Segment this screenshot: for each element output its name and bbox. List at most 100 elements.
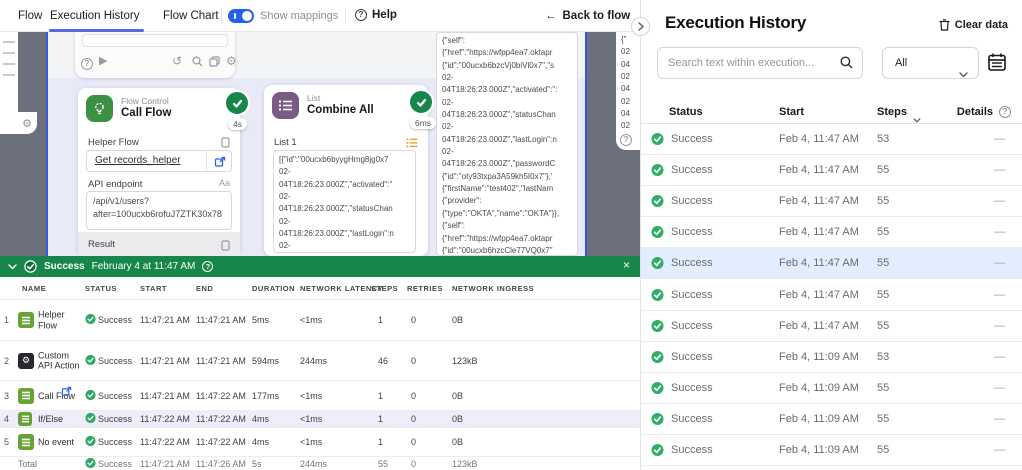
- success-check-icon: [85, 313, 96, 327]
- okta-workflows-app: Flow Execution History Flow Chart Show m…: [0, 0, 1022, 470]
- execution-date: February 4 at 11:47 AM: [91, 261, 196, 272]
- step-end: 11:47:21 AM: [196, 315, 246, 325]
- step-row-selected[interactable]: 4 If/Else Success 11:47:22 AM 11:47:22 A…: [0, 411, 640, 428]
- execution-row[interactable]: Success Feb 4, 11:47 AM 55 —: [641, 248, 1022, 280]
- copy-icon[interactable]: [209, 56, 220, 72]
- filter-dropdown[interactable]: All: [882, 47, 979, 79]
- help-icon[interactable]: ?: [202, 261, 214, 272]
- step-start: 11:47:22 AM: [140, 437, 190, 447]
- gear-icon[interactable]: ⚙: [226, 53, 237, 69]
- card-category: Flow Control: [121, 96, 169, 106]
- tab-flow[interactable]: Flow: [18, 0, 42, 32]
- success-check-icon: [651, 133, 664, 146]
- card-combine-all[interactable]: List Combine All 6ms List 1 [{"id":"00uc…: [264, 85, 437, 256]
- step-ingress: 0B: [452, 414, 464, 424]
- total-end: 11:47:26 AM: [196, 458, 246, 469]
- card-call-flow[interactable]: Flow Control Call Flow 4s Helper Flow Ge…: [78, 88, 250, 256]
- show-mappings-toggle[interactable]: [228, 9, 254, 23]
- step-row[interactable]: 3 Call Flow Success 11:47:21 AM 11:47:22…: [0, 381, 640, 411]
- execution-row[interactable]: Success Feb 4, 11:47 AM 55 —: [641, 311, 1022, 342]
- tab-flow-chart[interactable]: Flow Chart: [163, 0, 219, 32]
- step-latency: <1ms: [300, 315, 323, 325]
- helper-flow-link[interactable]: Get records_helper: [95, 155, 181, 166]
- success-check-badge: [224, 90, 250, 116]
- step-end: 11:47:22 AM: [196, 390, 246, 401]
- gear-icon[interactable]: ⚙: [22, 117, 32, 130]
- execution-row[interactable]: Success Feb 4, 11:47 AM 55 —: [641, 186, 1022, 218]
- col-start: START: [140, 284, 167, 293]
- execution-row[interactable]: Success Feb 4, 11:09 AM 55 —: [641, 404, 1022, 435]
- success-check-icon: [85, 412, 96, 426]
- execution-row[interactable]: Success Feb 4, 11:47 AM 55 —: [641, 217, 1022, 249]
- execution-row[interactable]: Success Feb 4, 11:47 AM 53 —: [641, 124, 1022, 156]
- success-check-icon: [651, 443, 664, 456]
- tab-execution-history[interactable]: Execution History: [50, 0, 139, 32]
- help-icon[interactable]: ?: [620, 134, 632, 146]
- help-button[interactable]: ? Help: [355, 9, 397, 21]
- col-network-ingress: NETWORK INGRESS: [452, 284, 535, 293]
- execution-start: Feb 4, 11:09 AM: [779, 412, 859, 425]
- execution-status: Success: [671, 195, 713, 208]
- search-icon[interactable]: [192, 56, 203, 72]
- execution-row[interactable]: Success Feb 4, 11:09 AM 55 —: [641, 435, 1022, 467]
- search-input[interactable]: [668, 48, 828, 78]
- execution-status: Success: [671, 381, 713, 394]
- card-footer-toolbar: ? ▶ ↺ ⚙: [75, 32, 237, 78]
- col-steps[interactable]: Steps: [877, 100, 907, 124]
- test-play-icon[interactable]: ▶: [99, 53, 107, 69]
- flow-card-icon: [18, 434, 34, 450]
- panel-collapse-button[interactable]: [631, 17, 650, 36]
- col-name: NAME: [22, 284, 47, 293]
- execution-row[interactable]: Success Feb 4, 11:09 AM 55 —: [641, 373, 1022, 404]
- clear-data-button[interactable]: Clear data: [939, 19, 1008, 31]
- step-duration: 594ms: [252, 355, 280, 366]
- execution-start: Feb 4, 11:09 AM: [779, 381, 859, 394]
- api-endpoint-field[interactable]: /api/v1/users? after=100ucxb6rofuJ7ZTK30…: [86, 191, 232, 230]
- step-status: Success: [98, 437, 133, 447]
- panel-title: Execution History: [665, 13, 807, 32]
- step-end: 11:47:22 AM: [196, 437, 246, 447]
- back-to-flow-button[interactable]: ← Back to flow: [545, 0, 630, 32]
- execution-row[interactable]: Success Feb 4, 11:47 AM 55 —: [641, 155, 1022, 187]
- execution-row-partial[interactable]: [641, 466, 1022, 470]
- row-number: 5: [4, 437, 10, 447]
- help-icon[interactable]: ?: [81, 55, 93, 71]
- details-help-icon[interactable]: ?: [999, 106, 1011, 118]
- execution-steps: 55: [877, 164, 890, 177]
- card-category: List: [307, 93, 321, 103]
- execution-status: Success: [671, 226, 713, 239]
- calendar-icon[interactable]: [987, 52, 1009, 74]
- execution-details: —: [994, 226, 1005, 239]
- step-duration: 177ms: [252, 390, 280, 401]
- close-icon[interactable]: ×: [623, 258, 630, 272]
- list-1-value: [{"id":"00ucxb6byygHmg8jg0x7 02- 04T18:2…: [279, 155, 394, 251]
- step-status: Success: [98, 355, 133, 366]
- total-label: Total: [18, 458, 38, 469]
- list-1-field[interactable]: [{"id":"00ucxb6byygHmg8jg0x7 02- 04T18:2…: [273, 150, 416, 253]
- step-row[interactable]: 1 Helper Flow Success 11:47:21 AM 11:47:…: [0, 300, 640, 341]
- step-row[interactable]: 5 No event Success 11:47:22 AM 11:47:22 …: [0, 428, 640, 457]
- list-icon: [272, 92, 299, 119]
- execution-details: —: [994, 412, 1005, 425]
- execution-details: —: [994, 319, 1005, 332]
- search-icon[interactable]: [840, 56, 853, 74]
- execution-status: Success: [671, 133, 713, 146]
- copy-field-icon[interactable]: [221, 238, 230, 256]
- history-icon[interactable]: ↺: [172, 53, 182, 69]
- execution-status: Success: [671, 164, 713, 177]
- json-output-block[interactable]: {"self": {"href":"https://wfpp4ea7.oktap…: [436, 32, 578, 256]
- external-link-icon[interactable]: [61, 384, 72, 402]
- success-check-icon: [651, 412, 664, 425]
- execution-status: Success: [671, 319, 713, 332]
- step-row[interactable]: 2 ⚙ Custom API Action Success 11:47:21 A…: [0, 341, 640, 381]
- execution-row[interactable]: Success Feb 4, 11:47 AM 55 —: [641, 279, 1022, 311]
- execution-row[interactable]: Success Feb 4, 11:09 AM 53 —: [641, 342, 1022, 373]
- execution-start: Feb 4, 11:47 AM: [779, 319, 859, 332]
- helper-flow-field[interactable]: Get records_helper: [86, 150, 232, 172]
- step-latency: 244ms: [300, 355, 328, 366]
- chevron-down-icon[interactable]: [8, 263, 17, 270]
- external-link-icon[interactable]: [214, 155, 226, 171]
- success-check-icon: [651, 164, 664, 177]
- card-field[interactable]: [82, 34, 228, 47]
- step-steps: 46: [378, 355, 389, 366]
